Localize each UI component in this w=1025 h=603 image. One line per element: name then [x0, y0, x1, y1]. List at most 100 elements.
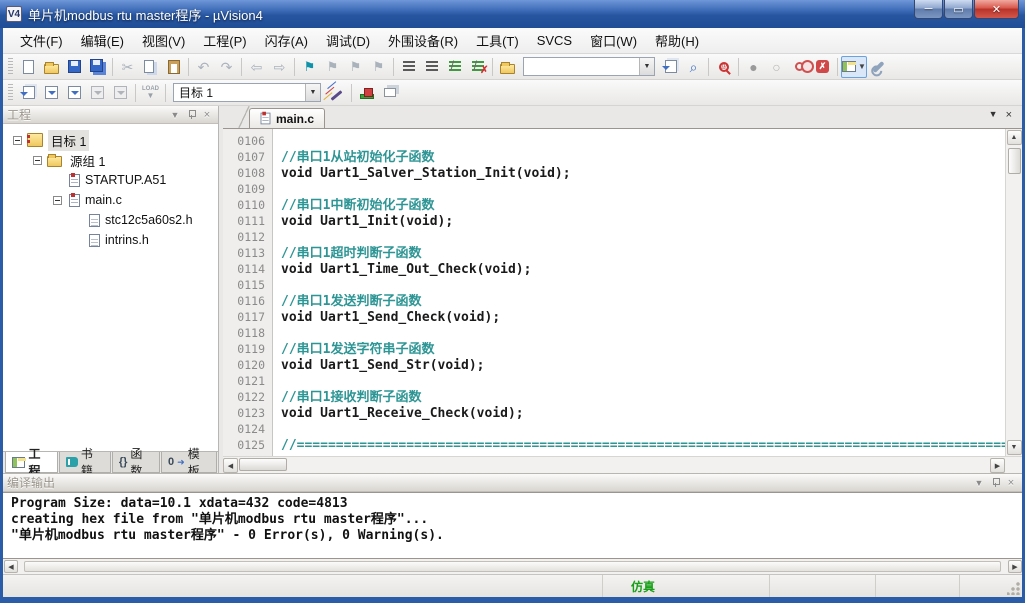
kill-all-breakpoints-button[interactable]: ✗ — [811, 56, 834, 78]
tree-row[interactable]: 源组 1 — [3, 150, 218, 170]
translate-button[interactable] — [17, 82, 40, 104]
next-bookmark-button[interactable]: ⚑ — [344, 56, 367, 78]
tree-row[interactable]: STARTUP.A51 — [3, 170, 218, 190]
minimize-button[interactable]: ─ — [914, 0, 943, 19]
code-line[interactable] — [281, 278, 1005, 294]
manage-layout-button[interactable] — [378, 82, 401, 104]
navigate-forward-button[interactable]: ⇨ — [268, 56, 291, 78]
code-line[interactable] — [281, 374, 1005, 390]
panel-tab-templates[interactable]: 0➜模板 — [161, 452, 217, 473]
scroll-down-button[interactable]: ▼ — [1007, 440, 1022, 455]
code-line[interactable]: //串口1中断初始化子函数 — [281, 198, 1005, 214]
find-button[interactable]: @ — [712, 56, 735, 78]
clear-bookmarks-button[interactable]: ⚑ — [367, 56, 390, 78]
output-scroll-left-button[interactable]: ◀ — [4, 560, 18, 573]
tree-item-label[interactable]: 源组 1 — [67, 150, 108, 171]
build-toolbar-grip[interactable] — [8, 84, 13, 102]
layout-dropdown-icon[interactable]: ▼ — [858, 62, 866, 71]
disable-all-breakpoints-button[interactable] — [788, 56, 811, 78]
navigate-back-button[interactable]: ⇦ — [245, 56, 268, 78]
uncomment-button[interactable]: /✗ — [466, 56, 489, 78]
tree-row[interactable]: stc12c5a60s2.h — [3, 210, 218, 230]
document-close-icon[interactable]: × — [1006, 109, 1012, 121]
close-button[interactable]: ✕ — [974, 0, 1019, 19]
output-scroll-right-button[interactable]: ▶ — [1008, 560, 1022, 573]
stop-build-button[interactable] — [109, 82, 132, 104]
cut-button[interactable]: ✂ — [116, 56, 139, 78]
maximize-button[interactable]: ▭ — [944, 0, 973, 19]
previous-bookmark-button[interactable]: ⚑ — [321, 56, 344, 78]
tree-item-label[interactable]: intrins.h — [102, 232, 152, 248]
code-line[interactable]: //串口1超时判断子函数 — [281, 246, 1005, 262]
project-window-toggle-button[interactable]: ▼ — [841, 56, 867, 78]
target-combobox-dropdown[interactable]: ▼ — [305, 84, 320, 101]
code-line[interactable] — [281, 134, 1005, 150]
code-line[interactable]: void Uart1_Init(void); — [281, 214, 1005, 230]
code-line[interactable]: //串口1发送判断子函数 — [281, 294, 1005, 310]
tree-row[interactable]: main.c — [3, 190, 218, 210]
save-button[interactable] — [63, 56, 86, 78]
open-file-button[interactable] — [40, 56, 63, 78]
panel-tab-functions[interactable]: {}函数 — [112, 452, 160, 473]
tree-item-label[interactable]: 目标 1 — [48, 130, 89, 151]
undo-button[interactable]: ↶ — [192, 56, 215, 78]
menu-item-2[interactable]: 视图(V) — [133, 28, 194, 53]
incremental-find-button[interactable]: ⌕ — [682, 56, 705, 78]
code-line[interactable]: //串口1发送字符串子函数 — [281, 342, 1005, 358]
insert-bookmark-button[interactable]: ⚑ — [298, 56, 321, 78]
output-horizontal-scrollbar[interactable]: ◀ ▶ — [3, 559, 1022, 574]
paste-button[interactable] — [162, 56, 185, 78]
menu-item-5[interactable]: 调试(D) — [317, 28, 379, 53]
configure-button[interactable] — [867, 56, 890, 78]
build-button[interactable] — [40, 82, 63, 104]
menu-item-7[interactable]: 工具(T) — [467, 28, 528, 53]
enable-breakpoint-button[interactable]: ○ — [765, 56, 788, 78]
menu-item-9[interactable]: 窗口(W) — [581, 28, 646, 53]
file-extensions-button[interactable] — [355, 82, 378, 104]
panel-tab-project[interactable]: 工程 — [5, 452, 58, 473]
code-line[interactable] — [281, 326, 1005, 342]
batch-build-button[interactable] — [86, 82, 109, 104]
output-close-icon[interactable]: × — [1004, 476, 1018, 490]
download-button[interactable]: LOAD▼ — [139, 82, 162, 104]
code-line[interactable]: //串口1从站初始化子函数 — [281, 150, 1005, 166]
scroll-right-button[interactable]: ▶ — [990, 458, 1005, 473]
vertical-scroll-thumb[interactable] — [1008, 148, 1021, 174]
code-line[interactable]: void Uart1_Salver_Station_Init(void); — [281, 166, 1005, 182]
menu-item-8[interactable]: SVCS — [528, 30, 581, 51]
tree-expander-icon[interactable] — [33, 156, 42, 165]
find-combobox[interactable]: ▼ — [523, 57, 655, 76]
resize-grip[interactable] — [1007, 582, 1020, 595]
output-dropdown-icon[interactable]: ▼ — [972, 476, 986, 490]
tree-expander-icon[interactable] — [53, 196, 62, 205]
menu-item-6[interactable]: 外围设备(R) — [379, 28, 467, 53]
code-line[interactable]: void Uart1_Send_Str(void); — [281, 358, 1005, 374]
tree-row[interactable]: intrins.h — [3, 230, 218, 250]
panel-tab-books[interactable]: 书籍 — [59, 452, 110, 473]
editor-tab-main-c[interactable]: main.c — [249, 108, 325, 128]
code-line[interactable] — [281, 230, 1005, 246]
build-output-text[interactable]: Program Size: data=10.1 xdata=432 code=4… — [3, 492, 1022, 559]
code-line[interactable] — [281, 422, 1005, 438]
project-panel-pin-icon[interactable] — [184, 108, 198, 122]
output-scroll-thumb[interactable] — [24, 561, 1001, 572]
scroll-up-button[interactable]: ▲ — [1007, 130, 1022, 145]
code-line[interactable]: void Uart1_Receive_Check(void); — [281, 406, 1005, 422]
project-panel-close-icon[interactable]: × — [200, 108, 214, 122]
comment-button[interactable]: / — [443, 56, 466, 78]
editor-vertical-scrollbar[interactable]: ▲ ▼ — [1005, 129, 1022, 456]
save-all-button[interactable] — [86, 56, 109, 78]
menu-item-0[interactable]: 文件(F) — [11, 28, 72, 53]
target-options-button[interactable] — [325, 82, 348, 104]
output-pin-icon[interactable] — [988, 476, 1002, 490]
editor-horizontal-scrollbar[interactable]: ◀ ▶ — [223, 456, 1022, 473]
code-line[interactable]: //======================================… — [281, 438, 1005, 454]
indent-button[interactable] — [397, 56, 420, 78]
tree-item-label[interactable]: STARTUP.A51 — [82, 172, 169, 188]
code-line[interactable] — [281, 182, 1005, 198]
rebuild-button[interactable] — [63, 82, 86, 104]
target-combobox[interactable]: 目标 1 ▼ — [173, 83, 321, 102]
menu-item-3[interactable]: 工程(P) — [194, 28, 255, 53]
code-line[interactable]: void Uart1_Time_Out_Check(void); — [281, 262, 1005, 278]
unindent-button[interactable] — [420, 56, 443, 78]
